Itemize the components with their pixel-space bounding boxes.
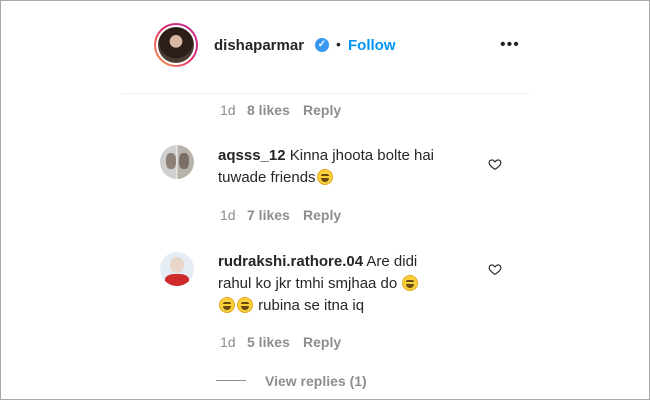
comment-time[interactable]: 1d [220, 102, 236, 118]
avatar[interactable] [160, 252, 194, 286]
comment-time[interactable]: 1d [220, 334, 236, 350]
face-with-tears-of-joy-emoji [316, 169, 333, 185]
view-replies-button[interactable]: View replies (1) [265, 373, 367, 389]
heart-outline-icon[interactable] [488, 262, 502, 276]
follow-button[interactable]: Follow [348, 37, 396, 54]
face-with-tears-of-joy-emoji [402, 275, 419, 291]
face-with-tears-of-joy-emoji [237, 297, 253, 313]
more-options-icon[interactable]: ••• [500, 36, 520, 54]
avatar[interactable] [160, 145, 194, 179]
heart-outline-icon[interactable] [488, 157, 502, 171]
header-username[interactable]: dishaparmar [214, 37, 304, 54]
comment-body: Are didi [366, 253, 418, 270]
face-with-tears-of-joy-emoji [219, 297, 235, 313]
comment-likes[interactable]: 8 likes [247, 102, 290, 118]
post-header: dishaparmar ✓ • Follow ••• [122, 0, 530, 94]
comment-body: tuwade friends [218, 169, 316, 186]
reply-button[interactable]: Reply [303, 334, 341, 350]
comment-meta: 1d 8 likes Reply [220, 102, 420, 120]
verified-badge-icon: ✓ [315, 38, 329, 52]
comment-time[interactable]: 1d [220, 207, 236, 223]
comment-username[interactable]: rudrakshi.rathore.04 [218, 253, 363, 270]
comment-meta: 1d 7 likes Reply [220, 207, 420, 225]
reply-button[interactable]: Reply [303, 207, 341, 223]
comments-panel: dishaparmar ✓ • Follow ••• 1d 8 likes Re… [122, 0, 530, 400]
comment-text: aqsss_12 Kinna jhoota bolte hai tuwade f… [218, 145, 488, 189]
comment-body: Kinna jhoota bolte hai [289, 147, 435, 164]
replies-divider-line [216, 380, 246, 381]
reply-button[interactable]: Reply [303, 102, 341, 118]
comment-likes[interactable]: 5 likes [247, 334, 290, 350]
avatar[interactable] [158, 27, 194, 63]
comment-meta: 1d 5 likes Reply [220, 334, 420, 352]
separator-dot: • [336, 36, 341, 52]
comment-body: rahul ko jkr tmhi smjhaa do [218, 275, 398, 292]
comment-text: rudrakshi.rathore.04 Are didi rahul ko j… [218, 251, 488, 317]
comment-body: rubina se itna iq [258, 297, 365, 314]
comment-likes[interactable]: 7 likes [247, 207, 290, 223]
comment-username[interactable]: aqsss_12 [218, 147, 286, 164]
